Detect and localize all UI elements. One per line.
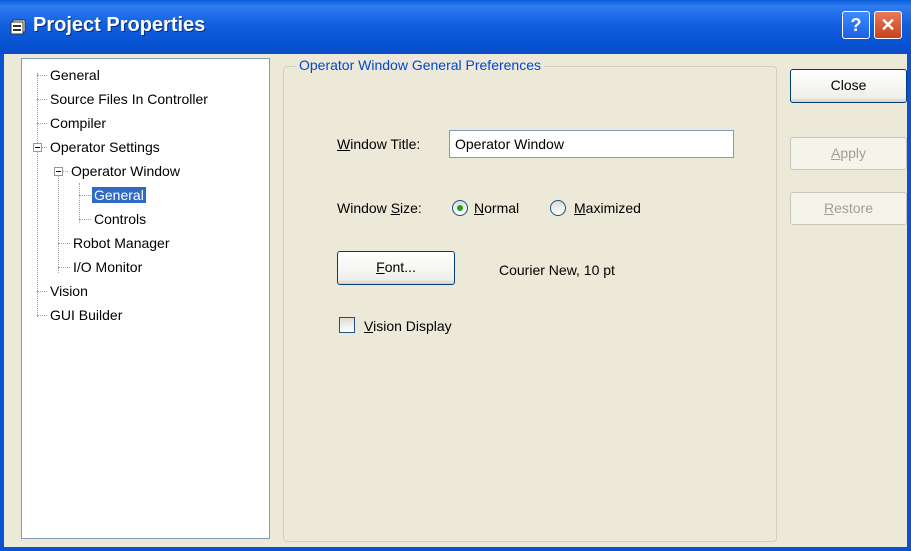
apply-button[interactable]: Apply <box>790 137 907 170</box>
tree-item-operator-settings[interactable]: Operator Settings <box>50 137 160 157</box>
help-button[interactable]: ? <box>842 11 870 39</box>
tree-item-label: Operator Window <box>71 163 180 179</box>
vision-display-label[interactable]: Vision Display <box>364 318 452 334</box>
window-title-label: Window Title: <box>337 136 421 152</box>
tree-item-label: Source Files In Controller <box>50 91 208 107</box>
window-title: Project Properties <box>33 14 206 36</box>
tree-item-operator-window-general[interactable]: General <box>92 185 146 205</box>
help-icon: ? <box>850 15 862 35</box>
close-button[interactable]: Close <box>790 69 907 103</box>
collapse-icon[interactable] <box>54 167 63 176</box>
tree-item-robot-manager[interactable]: Robot Manager <box>73 233 170 253</box>
tree-item-label: GUI Builder <box>50 307 123 323</box>
tree-line <box>37 73 38 317</box>
vision-display-checkbox[interactable] <box>339 317 355 333</box>
tree-item-source-files[interactable]: Source Files In Controller <box>50 89 208 109</box>
close-icon: ✕ <box>880 15 896 35</box>
groupbox-legend: Operator Window General Preferences <box>296 57 544 73</box>
font-button[interactable]: Font... <box>337 251 455 285</box>
tree-item-label: Vision <box>50 283 88 299</box>
tree-item-label: I/O Monitor <box>73 259 143 275</box>
collapse-icon[interactable] <box>33 143 42 152</box>
maximized-radio[interactable] <box>550 200 566 216</box>
frame-edge <box>907 54 911 551</box>
tree-item-compiler[interactable]: Compiler <box>50 113 106 133</box>
frame-edge <box>0 547 911 551</box>
tree-item-label: Operator Settings <box>50 139 160 155</box>
tree-item-label: Robot Manager <box>73 235 170 251</box>
tree-item-label: Controls <box>94 211 147 227</box>
normal-radio[interactable] <box>452 200 468 216</box>
window-title-input[interactable]: Operator Window <box>449 130 734 158</box>
tree-line <box>58 173 59 273</box>
tree-line <box>79 183 80 223</box>
normal-radio-label[interactable]: Normal <box>474 200 519 216</box>
tree-item-vision[interactable]: Vision <box>50 281 88 301</box>
restore-button[interactable]: Restore <box>790 192 907 225</box>
title-bar[interactable]: Project Properties ? ✕ <box>0 0 911 54</box>
tree-item-label: General <box>50 67 100 83</box>
tree-item-controls[interactable]: Controls <box>94 209 146 229</box>
maximized-radio-label[interactable]: Maximized <box>574 200 641 216</box>
tree-item-io-monitor[interactable]: I/O Monitor <box>73 257 142 277</box>
settings-tree[interactable]: General Source Files In Controller Compi… <box>21 58 270 539</box>
project-properties-dialog: Project Properties ? ✕ General Source Fi… <box>0 0 911 551</box>
window-size-label: Window Size: <box>337 200 422 216</box>
tree-item-gui-builder[interactable]: GUI Builder <box>50 305 122 325</box>
font-value: Courier New, 10 pt <box>499 262 615 278</box>
properties-icon <box>10 19 26 35</box>
frame-edge <box>0 54 4 551</box>
tree-item-operator-window[interactable]: Operator Window <box>71 161 180 181</box>
tree-item-label: General <box>92 187 146 203</box>
tree-item-label: Compiler <box>50 115 107 131</box>
window-close-button[interactable]: ✕ <box>874 11 902 39</box>
tree-item-general[interactable]: General <box>50 65 100 85</box>
